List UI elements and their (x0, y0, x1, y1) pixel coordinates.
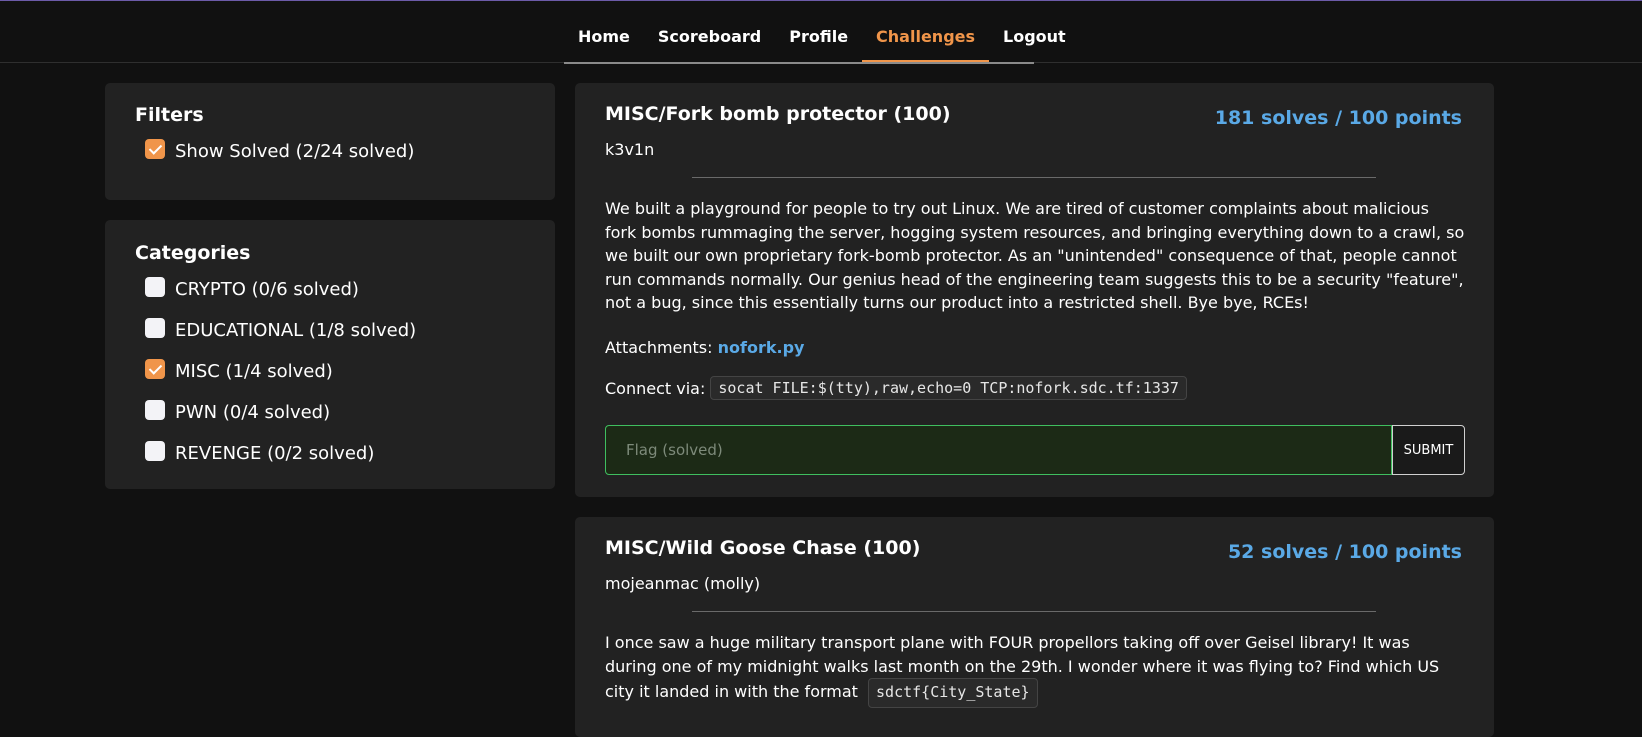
challenge-author: mojeanmac (molly) (605, 574, 761, 593)
nav-scoreboard[interactable]: Scoreboard (644, 1, 775, 62)
challenge-connect: Connect via: socat FILE:$(tty),raw,echo=… (605, 376, 1187, 400)
nav-home[interactable]: Home (564, 1, 644, 62)
flag-form: SUBMIT (605, 425, 1465, 475)
checkbox-checked-icon (145, 138, 165, 159)
challenge-solves-points: 52 solves / 100 points (1227, 541, 1462, 563)
checkbox-unchecked-icon (145, 276, 165, 297)
divider (692, 177, 1376, 178)
checkbox-unchecked-icon (145, 317, 165, 338)
category-label: EDUCATIONAL (1/8 solved) (175, 320, 417, 341)
nav-profile[interactable]: Profile (775, 1, 862, 62)
challenge-description: We built a playground for people to try … (605, 199, 1465, 312)
checkbox-unchecked-icon (145, 399, 165, 420)
flag-format-code: sdctf{City_State} (868, 678, 1038, 708)
checkbox-unchecked-icon (145, 440, 165, 461)
nav-challenges[interactable]: Challenges (862, 1, 990, 62)
submit-button[interactable]: SUBMIT (1392, 425, 1465, 475)
connect-command: socat FILE:$(tty),raw,echo=0 TCP:nofork.… (710, 376, 1187, 400)
category-label: MISC (1/4 solved) (175, 361, 333, 382)
challenge-title: MISC/Fork bomb protector (100) (605, 103, 951, 125)
challenge-attachments: Attachments: nofork.py (605, 338, 804, 357)
navbar: Home Scoreboard Profile Challenges Logou… (0, 1, 1642, 64)
attachments-label: Attachments: (605, 338, 713, 357)
categories-title: Categories (135, 242, 251, 264)
checkbox-checked-icon (145, 358, 165, 379)
challenge-card: MISC/Fork bomb protector (100) 181 solve… (575, 83, 1494, 497)
connect-label: Connect via: (605, 378, 706, 398)
nav-logout[interactable]: Logout (989, 1, 1080, 62)
category-label: CRYPTO (0/6 solved) (175, 279, 359, 300)
nav-menu: Home Scoreboard Profile Challenges Logou… (564, 1, 1066, 64)
show-solved-label: Show Solved (2/24 solved) (175, 141, 415, 162)
divider (692, 611, 1376, 612)
categories-panel: Categories CRYPTO (0/6 solved) EDUCATION… (105, 220, 555, 489)
flag-input[interactable] (605, 425, 1392, 475)
show-solved-checkbox[interactable]: Show Solved (2/24 solved) (145, 138, 415, 162)
filters-panel: Filters Show Solved (2/24 solved) (105, 83, 555, 200)
challenge-solves-points: 181 solves / 100 points (1214, 107, 1462, 129)
challenge-title: MISC/Wild Goose Chase (100) (605, 537, 921, 559)
category-label: REVENGE (0/2 solved) (175, 443, 375, 464)
category-crypto-checkbox[interactable]: CRYPTO (0/6 solved) (145, 276, 359, 300)
category-educational-checkbox[interactable]: EDUCATIONAL (1/8 solved) (145, 317, 417, 341)
category-label: PWN (0/4 solved) (175, 402, 331, 423)
category-pwn-checkbox[interactable]: PWN (0/4 solved) (145, 399, 331, 423)
challenge-author: k3v1n (605, 140, 655, 159)
challenge-description: I once saw a huge military transport pla… (605, 631, 1465, 708)
category-misc-checkbox[interactable]: MISC (1/4 solved) (145, 358, 333, 382)
attachment-link[interactable]: nofork.py (718, 338, 805, 357)
challenge-card: MISC/Wild Goose Chase (100) 52 solves / … (575, 517, 1494, 737)
filters-title: Filters (135, 104, 204, 126)
category-revenge-checkbox[interactable]: REVENGE (0/2 solved) (145, 440, 375, 464)
